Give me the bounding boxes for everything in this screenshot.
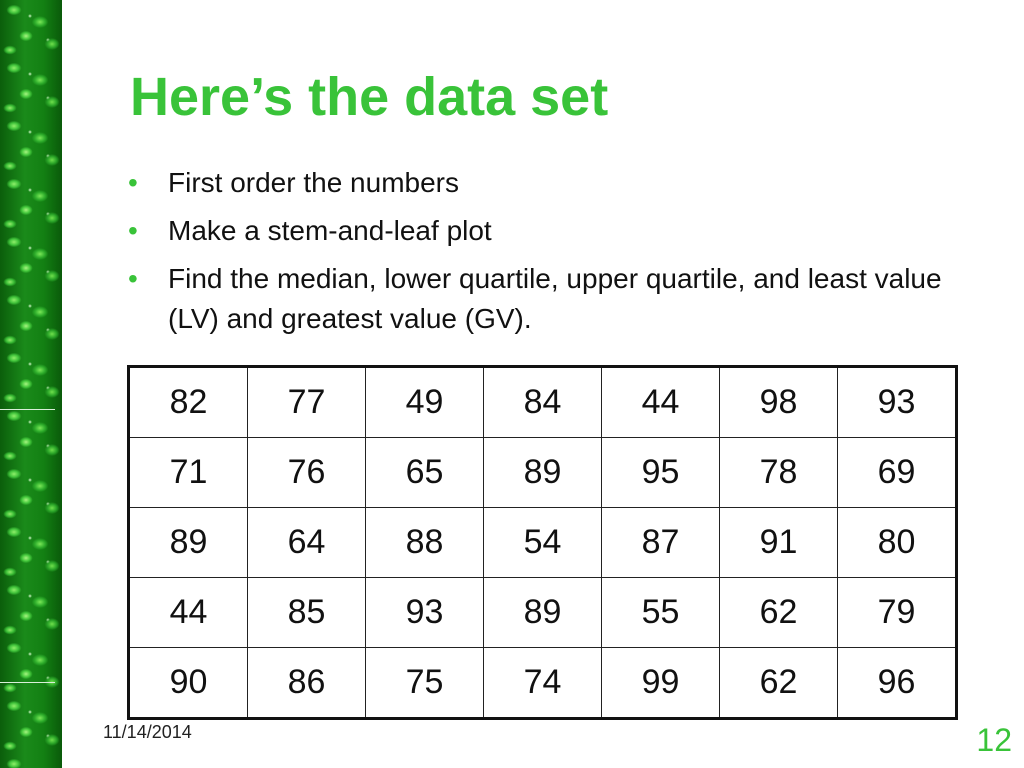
page-number: 12 bbox=[976, 722, 1012, 758]
table-cell: 91 bbox=[719, 507, 838, 578]
data-set-table: 82 77 49 84 44 98 93 71 76 65 89 95 78 6… bbox=[127, 365, 958, 720]
bullet-item: • Make a stem-and-leaf plot bbox=[128, 211, 968, 251]
border-divider-line bbox=[0, 682, 55, 683]
table-cell: 95 bbox=[601, 437, 720, 508]
bullet-dot-icon: • bbox=[128, 215, 138, 246]
table-cell: 76 bbox=[247, 437, 366, 508]
table-cell: 89 bbox=[483, 437, 602, 508]
bullet-text: Make a stem-and-leaf plot bbox=[168, 215, 492, 246]
table-cell: 93 bbox=[365, 577, 484, 648]
table-cell: 75 bbox=[365, 647, 484, 719]
table-row: 89 64 88 54 87 91 80 bbox=[128, 507, 957, 578]
table-cell: 99 bbox=[601, 647, 720, 719]
table-cell: 84 bbox=[483, 366, 602, 438]
table-cell: 88 bbox=[365, 507, 484, 578]
table-cell: 87 bbox=[601, 507, 720, 578]
table-row: 90 86 75 74 99 62 96 bbox=[128, 647, 957, 719]
bullet-item: • Find the median, lower quartile, upper… bbox=[128, 259, 968, 339]
table-cell: 74 bbox=[483, 647, 602, 719]
bullet-item: • First order the numbers bbox=[128, 163, 968, 203]
table-cell: 49 bbox=[365, 366, 484, 438]
slide: Here’s the data set • First order the nu… bbox=[0, 0, 1024, 768]
table-cell: 89 bbox=[483, 577, 602, 648]
table-cell: 93 bbox=[837, 366, 957, 438]
table-cell: 96 bbox=[837, 647, 957, 719]
table-row: 82 77 49 84 44 98 93 bbox=[128, 366, 957, 438]
footer-date: 11/14/2014 bbox=[103, 722, 192, 742]
bullet-dot-icon: • bbox=[128, 263, 138, 294]
table-cell: 64 bbox=[247, 507, 366, 578]
table-cell: 54 bbox=[483, 507, 602, 578]
table-cell: 79 bbox=[837, 577, 957, 648]
table-cell: 77 bbox=[247, 366, 366, 438]
table-cell: 89 bbox=[128, 507, 248, 578]
table-cell: 65 bbox=[365, 437, 484, 508]
table-row: 44 85 93 89 55 62 79 bbox=[128, 577, 957, 648]
table-cell: 98 bbox=[719, 366, 838, 438]
table-cell: 90 bbox=[128, 647, 248, 719]
table-cell: 86 bbox=[247, 647, 366, 719]
green-leaf-border-decoration bbox=[0, 0, 62, 768]
slide-title: Here’s the data set bbox=[130, 67, 609, 127]
table-cell: 62 bbox=[719, 577, 838, 648]
table-cell: 44 bbox=[128, 577, 248, 648]
table-cell: 82 bbox=[128, 366, 248, 438]
table-cell: 55 bbox=[601, 577, 720, 648]
table-cell: 69 bbox=[837, 437, 957, 508]
bullet-text: Find the median, lower quartile, upper q… bbox=[168, 263, 942, 334]
table-cell: 85 bbox=[247, 577, 366, 648]
table-cell: 80 bbox=[837, 507, 957, 578]
table-cell: 78 bbox=[719, 437, 838, 508]
table-cell: 44 bbox=[601, 366, 720, 438]
border-divider-line bbox=[0, 409, 55, 410]
bullet-text: First order the numbers bbox=[168, 167, 459, 198]
table-row: 71 76 65 89 95 78 69 bbox=[128, 437, 957, 508]
bullet-list: • First order the numbers • Make a stem-… bbox=[128, 163, 968, 347]
bullet-dot-icon: • bbox=[128, 167, 138, 198]
table-cell: 62 bbox=[719, 647, 838, 719]
table-cell: 71 bbox=[128, 437, 248, 508]
